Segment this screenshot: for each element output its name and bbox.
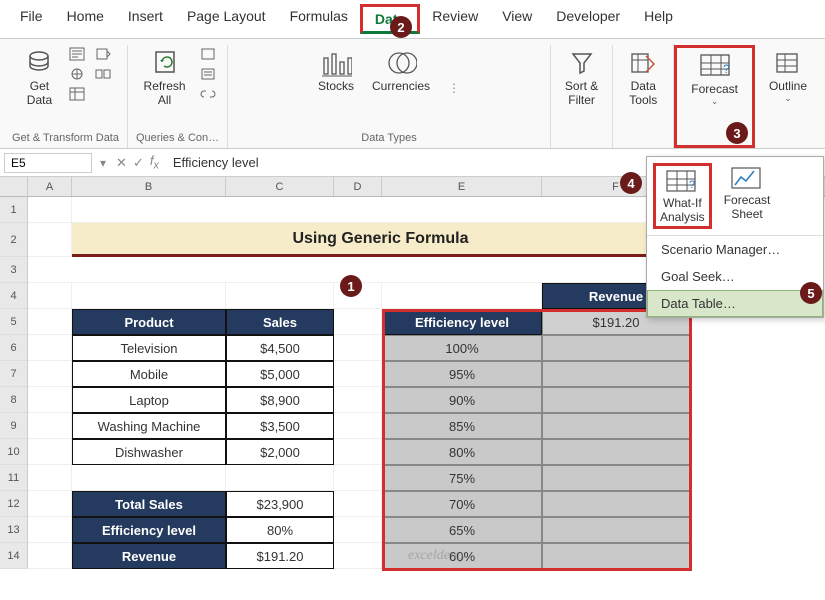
menu-page-layout[interactable]: Page Layout <box>175 4 278 34</box>
cancel-icon[interactable]: ✕ <box>116 155 127 171</box>
ribbon-label-queries: Queries & Con… <box>136 130 219 148</box>
data-tools-label: Data Tools <box>629 79 657 107</box>
menu-insert[interactable]: Insert <box>116 4 175 34</box>
menu-formulas[interactable]: Formulas <box>278 4 360 34</box>
sort-filter-label: Sort & Filter <box>565 79 598 107</box>
funnel-icon <box>566 47 598 79</box>
queries-connections-button[interactable] <box>198 45 218 63</box>
outline-button[interactable]: Outline ⌄ <box>763 45 813 106</box>
ribbon-group-sort-filter: Sort & Filter <box>551 45 613 148</box>
col-header-e[interactable]: E <box>382 177 542 196</box>
name-box-dropdown-icon[interactable]: ▾ <box>96 156 110 170</box>
step-badge-4: 4 <box>620 172 642 194</box>
currencies-label: Currencies <box>372 79 430 93</box>
col-header-a[interactable]: A <box>28 177 72 196</box>
ribbon-label-data-types: Data Types <box>361 130 416 148</box>
get-data-button[interactable]: Get Data <box>17 45 61 109</box>
row-header[interactable]: 1 <box>0 197 28 223</box>
svg-text:?: ? <box>723 62 730 76</box>
from-web-button[interactable] <box>67 65 87 83</box>
fx-icon[interactable]: fx <box>150 153 159 172</box>
refresh-icon <box>149 47 181 79</box>
name-box[interactable] <box>4 153 92 173</box>
menu-review[interactable]: Review <box>420 4 490 34</box>
watermark: exceldemy <box>408 548 466 564</box>
database-icon <box>23 47 55 79</box>
step-badge-5: 5 <box>800 282 822 304</box>
from-table-button[interactable] <box>67 85 87 103</box>
outline-label: Outline <box>769 79 807 93</box>
svg-text:?: ? <box>689 179 695 191</box>
ribbon: Get Data Get & Transform Data Refresh Al… <box>0 39 825 149</box>
existing-connections-button[interactable] <box>93 65 113 83</box>
data-table-item[interactable]: Data Table… <box>647 290 823 317</box>
from-text-button[interactable] <box>67 45 87 63</box>
row-header[interactable]: 5 <box>0 309 28 335</box>
currencies-button[interactable]: Currencies <box>366 45 436 95</box>
get-data-label: Get Data <box>27 79 52 107</box>
currencies-icon <box>385 47 417 79</box>
sort-filter-button[interactable]: Sort & Filter <box>559 45 604 109</box>
get-data-mini-buttons-2 <box>93 45 113 83</box>
refresh-all-label: Refresh All <box>144 79 186 107</box>
col-header-b[interactable]: B <box>72 177 226 196</box>
menu-home[interactable]: Home <box>55 4 116 34</box>
data-tools-button[interactable]: Data Tools <box>621 45 665 109</box>
stocks-button[interactable]: Stocks <box>312 45 360 95</box>
ribbon-group-outline: Outline ⌄ <box>755 45 821 148</box>
get-data-mini-buttons <box>67 45 87 103</box>
ribbon-group-queries: Refresh All Queries & Con… <box>128 45 228 148</box>
menu-developer[interactable]: Developer <box>544 4 632 34</box>
ribbon-group-data-tools: Data Tools <box>613 45 674 148</box>
step-badge-1: 1 <box>340 275 362 297</box>
outline-icon <box>772 47 804 79</box>
step-badge-2: 2 <box>390 16 412 38</box>
forecast-sheet-label: Forecast Sheet <box>724 193 771 221</box>
forecast-icon: ? <box>699 50 731 82</box>
title-cell[interactable]: Using Generic Formula <box>72 223 690 257</box>
edit-links-button[interactable] <box>198 85 218 103</box>
data-types-more[interactable]: ⋮ <box>442 75 466 101</box>
efficiency-level-header[interactable]: Efficiency level <box>382 309 542 335</box>
forecast-sheet-button[interactable]: Forecast Sheet <box>720 163 775 229</box>
goal-seek-item[interactable]: Goal Seek… <box>647 263 823 290</box>
col-header-c[interactable]: C <box>226 177 334 196</box>
data-tools-icon <box>627 47 659 79</box>
chevron-down-icon: ⌄ <box>784 93 792 104</box>
forecast-label: Forecast <box>691 82 738 96</box>
scenario-manager-item[interactable]: Scenario Manager… <box>647 236 823 263</box>
chevron-down-icon: ⌄ <box>711 96 719 107</box>
menu-help[interactable]: Help <box>632 4 685 34</box>
refresh-all-button[interactable]: Refresh All <box>138 45 192 109</box>
menu-file[interactable]: File <box>8 4 55 34</box>
menu-bar: File Home Insert Page Layout Formulas Da… <box>0 0 825 39</box>
col-header-d[interactable]: D <box>334 177 382 196</box>
product-header[interactable]: Product <box>72 309 226 335</box>
what-if-label: What-If Analysis <box>660 196 705 224</box>
forecast-sheet-icon <box>730 165 764 193</box>
stocks-icon <box>320 47 352 79</box>
forecast-dropdown: ? What-If Analysis Forecast Sheet Scenar… <box>646 156 824 318</box>
what-if-analysis-button[interactable]: ? What-If Analysis <box>653 163 712 229</box>
formula-bar[interactable]: Efficiency level <box>165 155 259 170</box>
row-header[interactable]: 2 <box>0 223 28 257</box>
ribbon-group-data-types: Stocks Currencies ⋮ Data Types <box>228 45 551 148</box>
properties-button[interactable] <box>198 65 218 83</box>
row-header[interactable]: 4 <box>0 283 28 309</box>
step-badge-3: 3 <box>726 122 748 144</box>
forecast-button[interactable]: ? Forecast ⌄ <box>685 48 744 109</box>
ribbon-group-get-transform: Get Data Get & Transform Data <box>4 45 128 148</box>
stocks-label: Stocks <box>318 79 354 93</box>
ribbon-label-get-transform: Get & Transform Data <box>12 130 119 148</box>
row-header[interactable]: 3 <box>0 257 28 283</box>
enter-icon[interactable]: ✓ <box>133 155 144 171</box>
what-if-icon: ? <box>665 168 699 196</box>
select-all-corner[interactable] <box>0 177 28 196</box>
menu-view[interactable]: View <box>490 4 544 34</box>
sales-header[interactable]: Sales <box>226 309 334 335</box>
recent-sources-button[interactable] <box>93 45 113 63</box>
